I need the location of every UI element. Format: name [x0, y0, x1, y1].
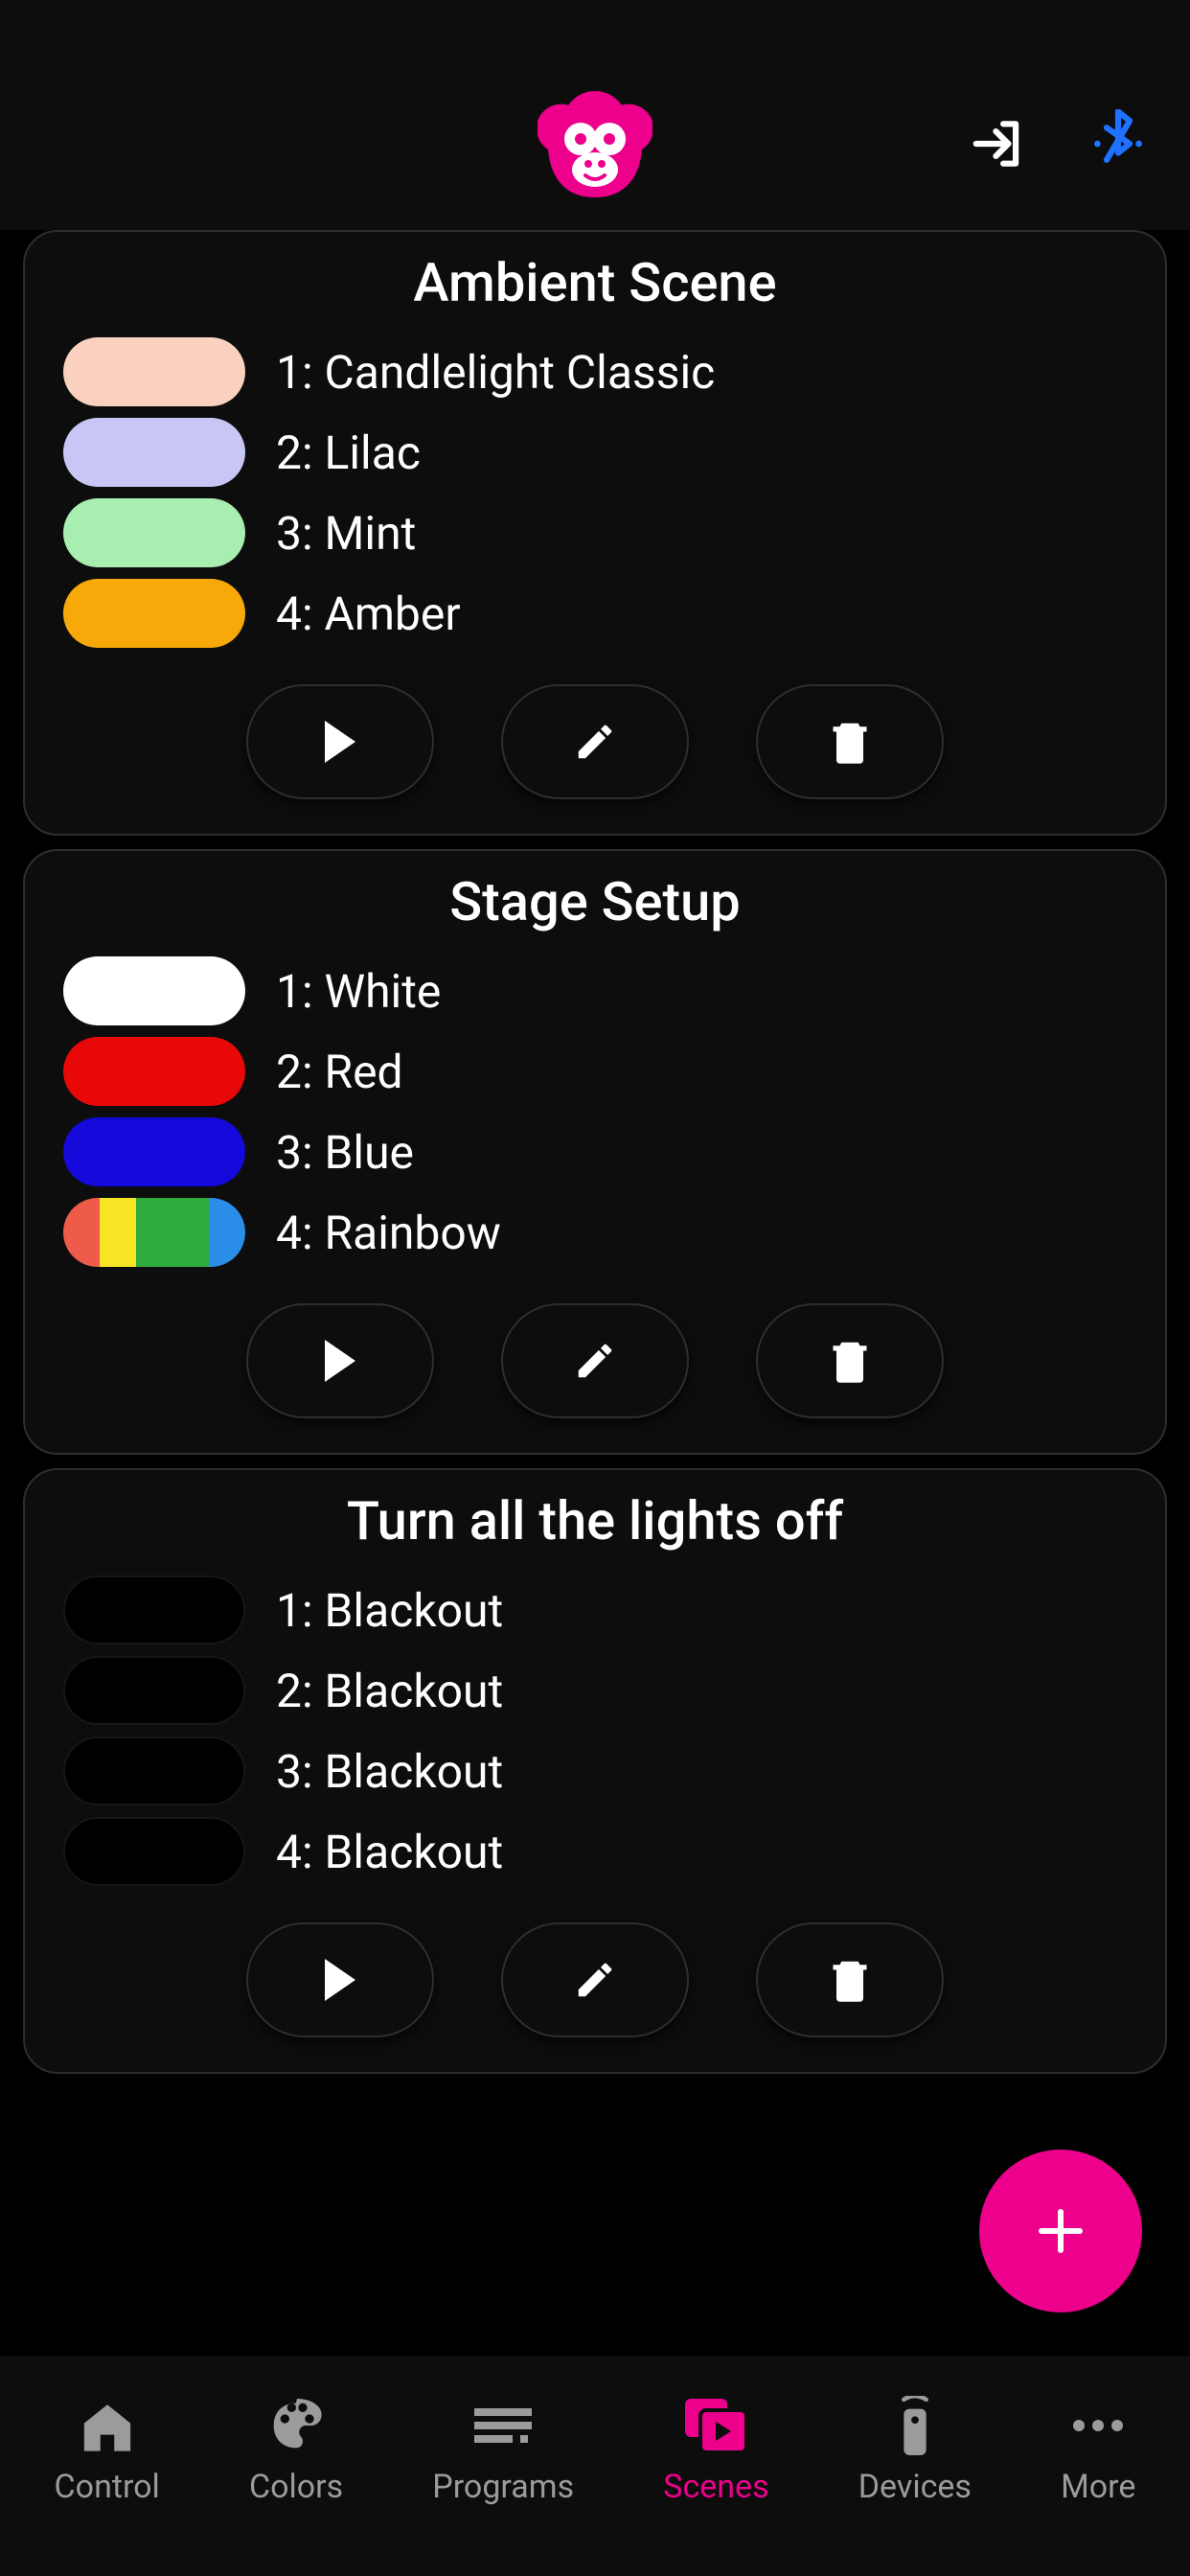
play-button[interactable]: [246, 1922, 434, 2037]
scene-title: Ambient Scene: [63, 251, 1127, 314]
scene-row[interactable]: 2: Blackout: [63, 1656, 1127, 1725]
scene-row-label: 4: Amber: [276, 586, 461, 641]
plus-icon: [1032, 2202, 1089, 2260]
home-icon: [74, 2397, 141, 2454]
scene-row[interactable]: 2: Lilac: [63, 418, 1127, 487]
scene-row[interactable]: 1: White: [63, 956, 1127, 1025]
scene-row-label: 2: Red: [276, 1045, 403, 1099]
nav-programs[interactable]: Programs: [432, 2397, 574, 2506]
play-button[interactable]: [246, 1303, 434, 1418]
nav-scenes[interactable]: Scenes: [663, 2397, 768, 2506]
app-header: [0, 0, 1190, 230]
scene-row[interactable]: 1: Blackout: [63, 1576, 1127, 1644]
scene-row[interactable]: 3: Blackout: [63, 1736, 1127, 1806]
scene-row-label: 1: Candlelight Classic: [276, 345, 715, 400]
scene-row-label: 1: White: [276, 964, 441, 1019]
scene-row-label: 4: Blackout: [276, 1825, 503, 1879]
scene-row[interactable]: 2: Red: [63, 1037, 1127, 1106]
delete-button[interactable]: [756, 684, 944, 799]
delete-button[interactable]: [756, 1922, 944, 2037]
scene-row[interactable]: 4: Amber: [63, 579, 1127, 648]
scene-row-label: 3: Blue: [276, 1125, 414, 1180]
scene-row[interactable]: 4: Rainbow: [63, 1198, 1127, 1267]
nav-label: Scenes: [663, 2468, 768, 2506]
edit-button[interactable]: [501, 1922, 689, 2037]
scenes-list: Ambient Scene 1: Candlelight Classic 2: …: [0, 230, 1190, 2074]
nav-label: Programs: [432, 2468, 574, 2506]
bottom-nav: Control Colors Programs Scenes: [0, 2356, 1190, 2576]
scene-row-label: 2: Blackout: [276, 1664, 503, 1718]
scene-row-label: 1: Blackout: [276, 1583, 503, 1638]
scene-row-label: 2: Lilac: [276, 426, 421, 480]
nav-label: Devices: [858, 2468, 972, 2506]
scene-row[interactable]: 3: Blue: [63, 1117, 1127, 1186]
nav-more[interactable]: More: [1061, 2397, 1135, 2506]
color-swatch: [63, 1576, 245, 1644]
color-swatch: [63, 498, 245, 567]
bluetooth-icon[interactable]: [1085, 110, 1152, 177]
nav-label: Colors: [249, 2468, 343, 2506]
nav-colors[interactable]: Colors: [249, 2397, 343, 2506]
scene-row[interactable]: 1: Candlelight Classic: [63, 337, 1127, 406]
login-icon[interactable]: [965, 110, 1032, 177]
scene-row-label: 3: Blackout: [276, 1744, 503, 1799]
color-swatch-rainbow: [63, 1198, 245, 1267]
color-swatch: [63, 956, 245, 1025]
delete-button[interactable]: [756, 1303, 944, 1418]
scene-title: Turn all the lights off: [63, 1489, 1127, 1552]
nav-label: More: [1061, 2468, 1135, 2506]
scene-row[interactable]: 4: Blackout: [63, 1817, 1127, 1886]
scene-card: Turn all the lights off 1: Blackout 2: B…: [23, 1468, 1167, 2074]
nav-devices[interactable]: Devices: [858, 2397, 972, 2506]
scene-row[interactable]: 3: Mint: [63, 498, 1127, 567]
color-swatch: [63, 1817, 245, 1886]
app-logo-icon: [538, 91, 652, 229]
color-swatch: [63, 1037, 245, 1106]
edit-button[interactable]: [501, 1303, 689, 1418]
scene-card: Stage Setup 1: White 2: Red 3: Blue 4: R…: [23, 849, 1167, 1455]
dots-icon: [1064, 2397, 1132, 2454]
color-swatch: [63, 1736, 245, 1806]
color-swatch: [63, 337, 245, 406]
remote-icon: [881, 2397, 949, 2454]
color-swatch: [63, 1656, 245, 1725]
nav-label: Control: [55, 2468, 160, 2506]
palette-icon: [263, 2397, 330, 2454]
add-scene-button[interactable]: [979, 2150, 1142, 2312]
scenes-icon: [682, 2397, 749, 2454]
color-swatch: [63, 418, 245, 487]
scene-title: Stage Setup: [63, 870, 1127, 933]
scene-card: Ambient Scene 1: Candlelight Classic 2: …: [23, 230, 1167, 836]
scene-row-label: 4: Rainbow: [276, 1206, 501, 1260]
play-button[interactable]: [246, 684, 434, 799]
list-icon: [469, 2397, 537, 2454]
color-swatch: [63, 579, 245, 648]
nav-control[interactable]: Control: [55, 2397, 160, 2506]
edit-button[interactable]: [501, 684, 689, 799]
scene-row-label: 3: Mint: [276, 506, 416, 561]
color-swatch: [63, 1117, 245, 1186]
